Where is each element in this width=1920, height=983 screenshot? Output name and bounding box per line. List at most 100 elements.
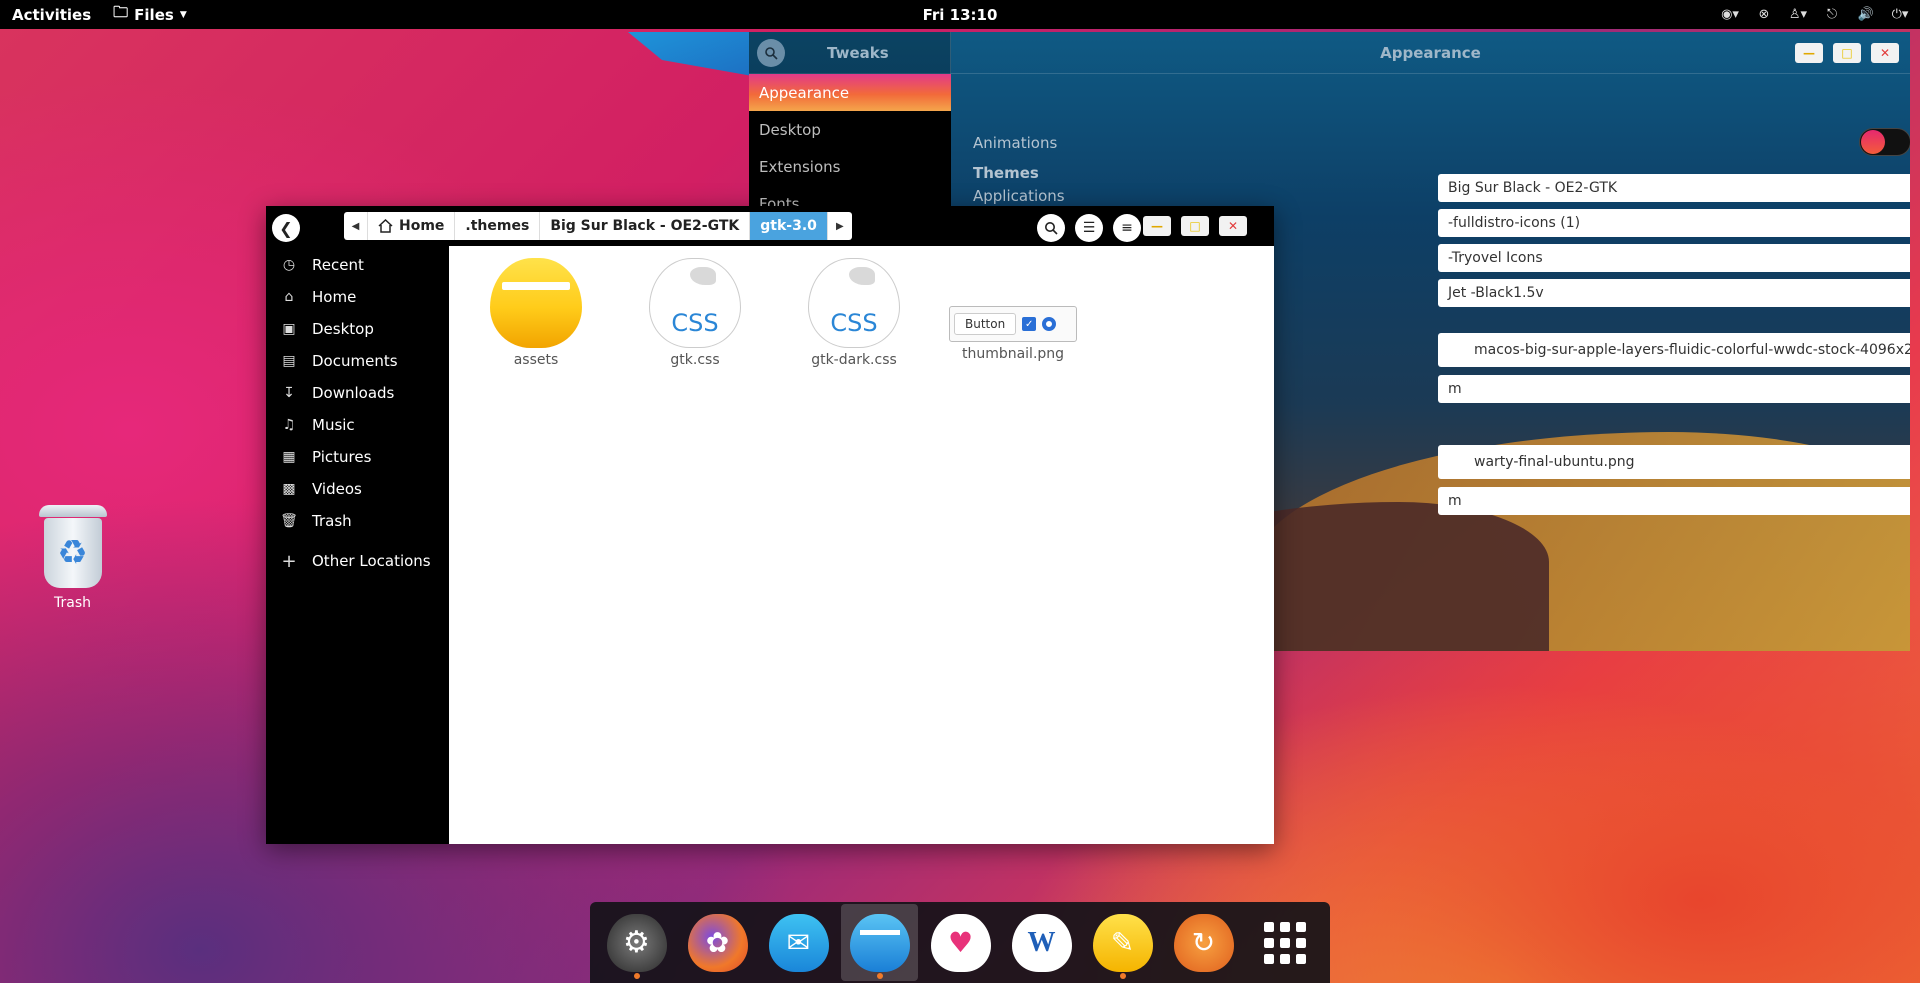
sidebar-item-recent[interactable]: ◷ Recent bbox=[266, 249, 449, 281]
back-button[interactable]: ❮ bbox=[272, 214, 300, 242]
animations-toggle[interactable] bbox=[1859, 128, 1910, 156]
tweaks-item-desktop[interactable]: Desktop bbox=[749, 111, 951, 148]
files-header: ❮ ◀ Home .themes Big Sur Black - OE2-GTK… bbox=[266, 206, 1274, 246]
dock-firefox[interactable]: ✿ bbox=[679, 904, 756, 981]
close-button[interactable]: ✕ bbox=[1219, 216, 1247, 236]
app-grid-icon bbox=[1263, 921, 1306, 964]
activities-button[interactable]: Activities bbox=[0, 6, 103, 24]
maximize-button[interactable]: □ bbox=[1181, 216, 1209, 236]
volume-icon[interactable]: 🔊 bbox=[1856, 5, 1876, 25]
sidebar-item-pictures[interactable]: ▦ Pictures bbox=[266, 441, 449, 473]
animations-label: Animations bbox=[973, 134, 1058, 152]
thumbnail-button-preview: Button bbox=[954, 313, 1017, 335]
shell-combo[interactable]: Jet -Black1.5v bbox=[1438, 279, 1910, 307]
close-button[interactable]: ✕ bbox=[1871, 43, 1899, 63]
app-menu[interactable]: 🗀 Files ▼ bbox=[103, 2, 197, 27]
tweaks-item-appearance[interactable]: Appearance bbox=[749, 74, 951, 111]
trash-icon: ♻ bbox=[38, 505, 107, 589]
network-icon[interactable]: ⎋ bbox=[1822, 5, 1842, 25]
music-icon: ♫ bbox=[282, 417, 296, 433]
applications-combo[interactable]: Big Sur Black - OE2-GTK bbox=[1438, 174, 1910, 202]
file-name: gtk.css bbox=[670, 352, 720, 368]
icons-combo[interactable]: -Tryovel Icons bbox=[1438, 244, 1910, 272]
sidebar-item-downloads[interactable]: ↧ Downloads bbox=[266, 377, 449, 409]
cursor-value: -fulldistro-icons (1) bbox=[1448, 215, 1581, 231]
applications-value: Big Sur Black - OE2-GTK bbox=[1448, 180, 1618, 196]
search-button[interactable] bbox=[1037, 214, 1065, 242]
hamburger-icon: ≡ bbox=[1121, 220, 1133, 236]
dock-settings[interactable]: ⚙ bbox=[598, 904, 675, 981]
crumb-current[interactable]: gtk-3.0 bbox=[750, 212, 828, 240]
sidebar-item-videos[interactable]: ▩ Videos bbox=[266, 473, 449, 505]
sidebar-item-desktop[interactable]: ▣ Desktop bbox=[266, 313, 449, 345]
minimize-button[interactable]: — bbox=[1795, 43, 1823, 63]
image-thumbnail: Button ✓ bbox=[949, 306, 1077, 342]
running-indicator bbox=[633, 973, 640, 979]
background-image-chooser[interactable]: macos-big-sur-apple-layers-fluidic-color… bbox=[1438, 333, 1910, 367]
search-icon bbox=[765, 47, 778, 60]
file-item-thumbnail[interactable]: Button ✓ thumbnail.png bbox=[948, 258, 1078, 362]
mail-icon: ✉ bbox=[768, 913, 829, 972]
sidebar-item-music[interactable]: ♫ Music bbox=[266, 409, 449, 441]
css-file-icon: CSS bbox=[808, 258, 900, 348]
tweaks-item-extensions[interactable]: Extensions bbox=[749, 148, 951, 185]
clock-icon: ◷ bbox=[282, 257, 296, 273]
tweaks-header: Tweaks Appearance — □ ✕ bbox=[749, 32, 1910, 74]
dock-files[interactable] bbox=[841, 904, 918, 981]
dock-notes[interactable]: ✎ bbox=[1084, 904, 1161, 981]
checkbox-icon: ✓ bbox=[1022, 317, 1037, 331]
breadcrumb: ◀ Home .themes Big Sur Black - OE2-GTK g… bbox=[344, 212, 852, 240]
accessibility-icon[interactable]: ♙▾ bbox=[1788, 5, 1808, 25]
path-right-button[interactable]: ▶ bbox=[828, 212, 852, 240]
sidebar-item-label: Music bbox=[312, 416, 355, 434]
maximize-button[interactable]: □ bbox=[1833, 43, 1861, 63]
close-circle-icon[interactable]: ⊗ bbox=[1754, 5, 1774, 25]
crumb-theme-folder[interactable]: Big Sur Black - OE2-GTK bbox=[540, 212, 751, 240]
desktop-icon: ▣ bbox=[282, 321, 296, 337]
background-adjust-combo[interactable]: m bbox=[1438, 375, 1910, 403]
desktop-trash-label: Trash bbox=[54, 595, 91, 611]
indicator-icon[interactable]: ◉▾ bbox=[1720, 5, 1740, 25]
sidebar-item-label: Home bbox=[312, 288, 357, 306]
file-item-gtk-css[interactable]: CSS gtk.css bbox=[630, 258, 760, 368]
show-apps-button[interactable] bbox=[1246, 904, 1323, 981]
file-item-gtk-dark-css[interactable]: CSS gtk-dark.css bbox=[789, 258, 919, 368]
background-adjust-value: m bbox=[1448, 381, 1462, 397]
lockscreen-adjust-combo[interactable]: m bbox=[1438, 487, 1910, 515]
menu-button[interactable]: ≡ bbox=[1113, 214, 1141, 242]
lockscreen-image-chooser[interactable]: warty-final-ubuntu.png bbox=[1438, 445, 1910, 479]
videos-icon: ▩ bbox=[282, 481, 296, 497]
dock-word[interactable]: W bbox=[1003, 904, 1080, 981]
power-icon[interactable]: ⏻▾ bbox=[1890, 5, 1910, 25]
sidebar-item-home[interactable]: ⌂ Home bbox=[266, 281, 449, 313]
sidebar-item-trash[interactable]: 🗑 Trash bbox=[266, 505, 449, 537]
files-sidebar: ◷ Recent ⌂ Home ▣ Desktop ▤ Documents ↧ Downl… bbox=[266, 246, 449, 844]
pencil-icon: ✎ bbox=[1092, 913, 1153, 972]
chevron-left-icon: ❮ bbox=[279, 218, 293, 238]
file-item-assets[interactable]: assets bbox=[471, 258, 601, 368]
desktop-trash[interactable]: ♻ Trash bbox=[30, 505, 115, 611]
tweaks-title: Appearance bbox=[1380, 44, 1481, 62]
firefox-icon: ✿ bbox=[687, 913, 748, 972]
system-tray: ◉▾ ⊗ ♙▾ ⎋ 🔊 ⏻▾ bbox=[1720, 0, 1910, 29]
lockscreen-image-value: warty-final-ubuntu.png bbox=[1474, 454, 1635, 470]
icons-value: -Tryovel Icons bbox=[1448, 250, 1543, 266]
dock-health[interactable]: ♥ bbox=[922, 904, 999, 981]
minimize-button[interactable]: — bbox=[1143, 216, 1171, 236]
search-button[interactable] bbox=[757, 39, 785, 67]
path-left-button[interactable]: ◀ bbox=[344, 212, 368, 240]
dock-updater[interactable]: ↻ bbox=[1165, 904, 1242, 981]
files-icon bbox=[849, 913, 910, 972]
dock-mail[interactable]: ✉ bbox=[760, 904, 837, 981]
crumb-home[interactable]: Home bbox=[368, 212, 456, 240]
sidebar-item-other-locations[interactable]: + Other Locations bbox=[266, 545, 449, 577]
crumb-themes[interactable]: .themes bbox=[455, 212, 541, 240]
plus-icon: + bbox=[281, 550, 297, 572]
clock[interactable]: Fri 13:10 bbox=[913, 4, 1008, 26]
view-list-button[interactable]: ☰ bbox=[1075, 214, 1103, 242]
cursor-combo[interactable]: -fulldistro-icons (1) bbox=[1438, 209, 1910, 237]
sidebar-item-documents[interactable]: ▤ Documents bbox=[266, 345, 449, 377]
sidebar-item-label: Desktop bbox=[312, 320, 374, 338]
css-badge: CSS bbox=[830, 309, 878, 337]
file-name: gtk-dark.css bbox=[811, 352, 897, 368]
